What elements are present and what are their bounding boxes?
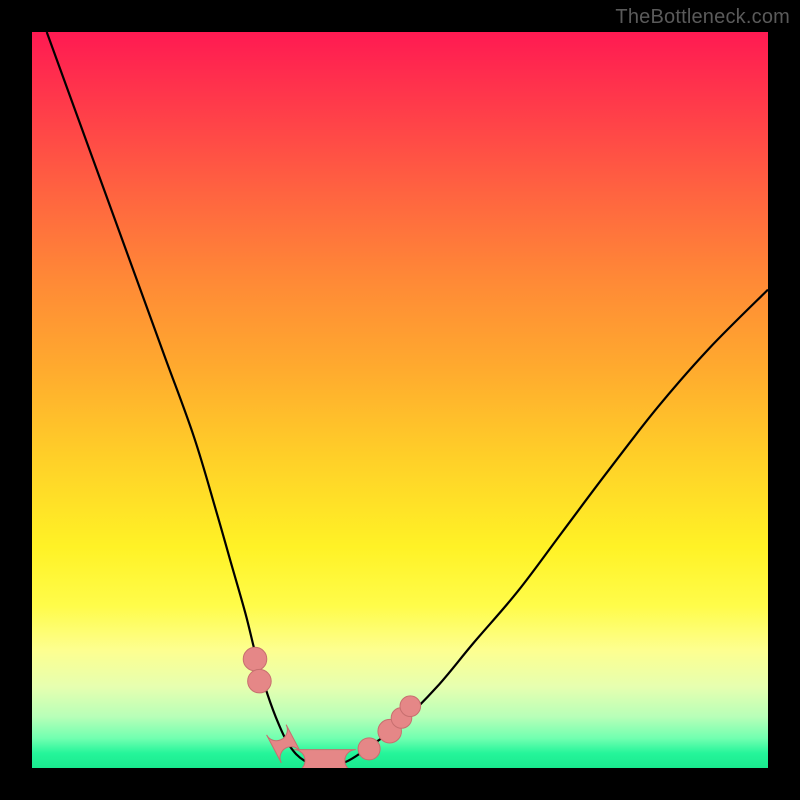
outer-frame: TheBottleneck.com <box>0 0 800 800</box>
marker-dot <box>243 647 267 671</box>
watermark-text: TheBottleneck.com <box>615 6 790 29</box>
marker-dot <box>358 738 380 760</box>
curve-left-branch <box>47 32 327 768</box>
chart-svg <box>32 32 768 768</box>
marker-dot <box>248 669 272 693</box>
plot-area <box>32 32 768 768</box>
marker-dot <box>400 696 421 717</box>
data-markers <box>243 647 420 768</box>
marker-pill <box>267 725 301 763</box>
curve-right-branch <box>326 290 768 768</box>
